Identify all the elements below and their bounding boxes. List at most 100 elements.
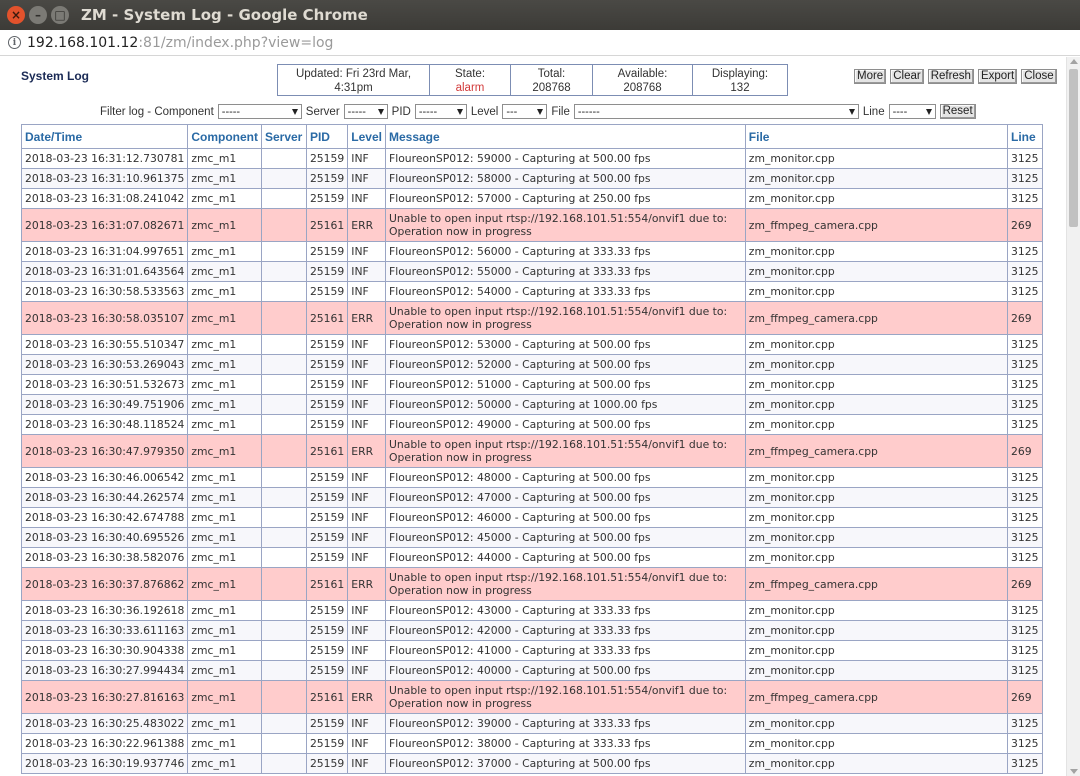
cell-pid: 25159 [305,261,349,282]
table-row: 2018-03-23 16:30:58.035107 zmc_m1 25161 ERR… [20,301,1043,335]
cell-message: FloureonSP012: 55000 - Capturing at 333.… [384,261,746,282]
table-row: 2018-03-23 16:30:58.533563 zmc_m1 25159 INF… [20,281,1043,302]
close-window-icon[interactable]: × [7,6,25,24]
cell-pid: 25159 [305,713,349,734]
chevron-down-icon [377,109,384,115]
table-row: 2018-03-23 16:30:48.118524 zmc_m1 25159 INF… [20,414,1043,435]
cell-level: INF [347,281,386,302]
status-total-label: Total: [537,68,566,80]
cell-datetime: 2018-03-23 16:30:46.006542 [20,467,189,488]
cell-pid: 25159 [305,188,349,209]
cell-line: 3125 [1007,374,1043,395]
cell-component: zmc_m1 [187,527,262,548]
cell-pid: 25159 [305,281,349,302]
status-available-value: 208768 [623,82,662,94]
cell-message: Unable to open input rtsp://192.168.101.… [384,434,746,468]
cell-pid: 25161 [305,208,349,242]
filter-bar: Filter log - Component ----- Server ----… [100,104,976,119]
scroll-thumb[interactable] [1069,69,1078,227]
refresh-button[interactable]: Refresh [927,69,974,84]
cell-server [260,620,307,641]
cell-datetime: 2018-03-23 16:30:22.961388 [20,733,189,754]
more-button[interactable]: More [854,69,887,84]
table-row: 2018-03-23 16:31:10.961375 zmc_m1 25159 INF… [20,168,1043,189]
col-header-datetime[interactable]: Date/Time [20,124,189,149]
line-select[interactable]: ---- [888,104,936,119]
cell-file: zm_monitor.cpp [744,640,1009,661]
cell-component: zmc_m1 [187,620,262,641]
cell-line: 3125 [1007,600,1043,621]
cell-server [260,680,307,714]
table-row: 2018-03-23 16:30:51.532673 zmc_m1 25159 INF… [20,374,1043,395]
file-select[interactable]: ------ [573,104,859,119]
cell-server [260,434,307,468]
export-button[interactable]: Export [977,69,1018,84]
table-row: 2018-03-23 16:30:42.674788 zmc_m1 25159 INF… [20,507,1043,528]
table-row: 2018-03-23 16:30:36.192618 zmc_m1 25159 INF… [20,600,1043,621]
level-select-value: --- [506,105,518,118]
close-button[interactable]: Close [1021,69,1057,84]
table-row: 2018-03-23 16:30:27.816163 zmc_m1 25161 ERR… [20,680,1043,714]
table-row: 2018-03-23 16:30:53.269043 zmc_m1 25159 INF… [20,354,1043,375]
cell-server [260,301,307,335]
filter-label: Filter log - Component [100,105,214,118]
status-available-label: Available: [617,68,668,80]
cell-server [260,567,307,601]
cell-server [260,281,307,302]
cell-level: INF [347,507,386,528]
cell-file: zm_monitor.cpp [744,547,1009,568]
cell-datetime: 2018-03-23 16:30:58.035107 [20,301,189,335]
col-header-level[interactable]: Level [347,124,386,149]
cell-datetime: 2018-03-23 16:31:07.082671 [20,208,189,242]
url-text[interactable]: 192.168.101.12:81/zm/index.php?view=log [27,35,333,51]
cell-server [260,148,307,169]
cell-level: INF [347,354,386,375]
col-header-component[interactable]: Component [187,124,262,149]
cell-datetime: 2018-03-23 16:31:08.241042 [20,188,189,209]
cell-level: INF [347,487,386,508]
pid-select[interactable]: ----- [414,104,467,119]
clear-button[interactable]: Clear [890,69,924,84]
cell-file: zm_monitor.cpp [744,600,1009,621]
col-header-message[interactable]: Message [384,124,746,149]
cell-datetime: 2018-03-23 16:30:36.192618 [20,600,189,621]
cell-file: zm_monitor.cpp [744,467,1009,488]
scroll-up-arrow-icon[interactable] [1070,59,1078,64]
table-row: 2018-03-23 16:30:37.876862 zmc_m1 25161 ERR… [20,567,1043,601]
cell-file: zm_monitor.cpp [744,487,1009,508]
server-select[interactable]: ----- [343,104,388,119]
level-select[interactable]: --- [502,104,548,119]
cell-line: 269 [1007,680,1043,714]
cell-component: zmc_m1 [187,394,262,415]
cell-message: FloureonSP012: 59000 - Capturing at 500.… [384,148,746,169]
cell-message: FloureonSP012: 54000 - Capturing at 333.… [384,281,746,302]
minimize-window-icon[interactable]: – [29,6,47,24]
page-scrollbar[interactable] [1066,57,1080,776]
cell-server [260,374,307,395]
cell-message: FloureonSP012: 51000 - Capturing at 500.… [384,374,746,395]
cell-component: zmc_m1 [187,301,262,335]
table-row: 2018-03-23 16:31:01.643564 zmc_m1 25159 INF… [20,261,1043,282]
col-header-line[interactable]: Line [1007,124,1043,149]
cell-file: zm_monitor.cpp [744,354,1009,375]
col-header-pid[interactable]: PID [305,124,349,149]
cell-server [260,487,307,508]
col-header-server[interactable]: Server [260,124,307,149]
cell-message: FloureonSP012: 40000 - Capturing at 500.… [384,660,746,681]
cell-line: 3125 [1007,188,1043,209]
cell-message: FloureonSP012: 42000 - Capturing at 333.… [384,620,746,641]
col-header-file[interactable]: File [744,124,1009,149]
info-icon[interactable]: i [8,36,21,49]
maximize-window-icon[interactable]: □ [51,6,69,24]
scroll-down-arrow-icon[interactable] [1070,769,1078,774]
chevron-down-icon [925,109,932,115]
cell-level: INF [347,374,386,395]
reset-button[interactable]: Reset [939,104,976,119]
cell-pid: 25161 [305,680,349,714]
component-select[interactable]: ----- [217,104,302,119]
cell-pid: 25159 [305,414,349,435]
cell-line: 3125 [1007,334,1043,355]
cell-line: 3125 [1007,660,1043,681]
address-bar[interactable]: i 192.168.101.12:81/zm/index.php?view=lo… [0,30,1080,56]
cell-datetime: 2018-03-23 16:30:42.674788 [20,507,189,528]
